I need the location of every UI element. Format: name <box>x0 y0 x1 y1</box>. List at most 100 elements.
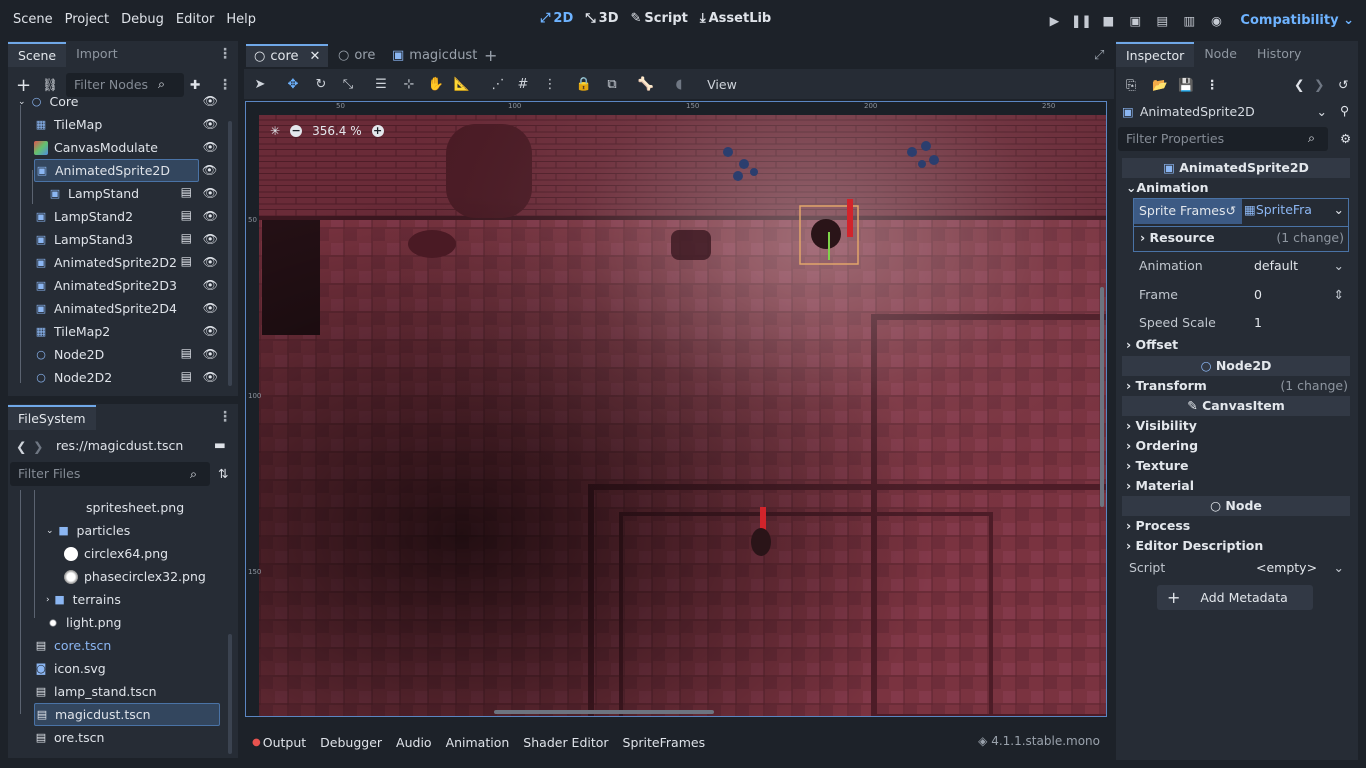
group-editor-description[interactable]: › Editor Description <box>1122 536 1350 556</box>
file-item-lamp-stand[interactable]: ▤ lamp_stand.tscn <box>34 680 214 703</box>
group-material[interactable]: › Material <box>1122 476 1350 496</box>
folder-item-terrains[interactable]: › ■ terrains <box>46 588 216 611</box>
ruler-mode-button[interactable]: 📐 <box>452 75 472 93</box>
file-item-spritesheet[interactable]: spritesheet.png <box>66 496 216 519</box>
visibility-eye-icon[interactable]: 👁 <box>202 163 238 177</box>
scene-tree-scrollbar[interactable] <box>228 121 232 386</box>
group-animation[interactable]: ⌄Animation <box>1122 178 1350 198</box>
open-scene-icon[interactable]: ▤ <box>181 185 192 199</box>
scene-node-core[interactable]: ⌄ ○ Core 👁 <box>18 90 218 113</box>
inspector-menu-icon[interactable]: ⋮ <box>1206 77 1219 92</box>
scene-tab-ore[interactable]: ○ ore <box>330 44 383 67</box>
workspace-3d-button[interactable]: ⤡ 3D <box>585 11 618 26</box>
open-scene-icon[interactable]: ▤ <box>181 254 192 268</box>
remote-debug-button[interactable]: ▣ <box>1126 10 1144 30</box>
file-item-magicdust[interactable]: ▤ magicdust.tscn <box>34 703 220 726</box>
folder-item-particles[interactable]: ⌄ ■ particles <box>46 519 216 542</box>
tab-spriteframes[interactable]: SpriteFrames <box>616 735 713 750</box>
scene-node-animatedsprite2d2[interactable]: ▣ AnimatedSprite2D2 ▤ 👁 <box>34 251 218 274</box>
tab-shader-editor[interactable]: Shader Editor <box>516 735 615 750</box>
play-custom-scene-button[interactable]: ▥ <box>1180 10 1198 30</box>
canvas-viewport[interactable]: 50 100 150 200 250 50 100 150 ✳ − 356.4 … <box>245 101 1107 717</box>
pan-mode-button[interactable]: ✋ <box>426 75 446 93</box>
center-view-icon[interactable]: ✳ <box>270 124 280 138</box>
open-scene-icon[interactable]: ▤ <box>181 208 192 222</box>
visibility-eye-icon[interactable]: 👁 <box>203 209 218 223</box>
visibility-eye-icon[interactable]: 👁 <box>203 140 218 154</box>
scene-node-lampstand3[interactable]: ▣ LampStand3 ▤ 👁 <box>34 228 218 251</box>
add-scene-tab-button[interactable]: + <box>476 44 505 67</box>
scene-node-tilemap2[interactable]: ▦ TileMap2 👁 <box>34 320 218 343</box>
select-mode-button[interactable]: ➤ <box>250 75 270 93</box>
chevron-down-icon[interactable]: ⌄ <box>1334 252 1344 280</box>
visibility-eye-icon[interactable]: 👁 <box>203 347 218 361</box>
new-resource-icon[interactable]: ⎘ <box>1126 77 1136 93</box>
menu-debug[interactable]: Debug <box>115 12 170 27</box>
file-item-circlex64[interactable]: circlex64.png <box>64 542 214 565</box>
open-folder-icon[interactable]: 📂 <box>1152 77 1168 93</box>
view-menu[interactable]: View <box>704 75 740 93</box>
smart-snap-button[interactable]: ⋰ <box>488 75 508 93</box>
tab-scene[interactable]: Scene <box>8 42 67 67</box>
tab-node[interactable]: Node <box>1194 42 1247 67</box>
workspace-2d-button[interactable]: ⤢ 2D <box>540 11 573 26</box>
tab-inspector[interactable]: Inspector <box>1116 42 1195 67</box>
scene-tab-core[interactable]: ○ core ✕ <box>246 44 329 67</box>
grid-snap-button[interactable]: # <box>513 75 533 93</box>
sprite-frames-resource-picker[interactable]: ▦SpriteFra ⌄ <box>1244 202 1344 222</box>
open-scene-icon[interactable]: ▤ <box>181 231 192 245</box>
skeleton-button[interactable]: 🦴 <box>636 75 656 93</box>
forward-icon[interactable]: ❯ <box>33 439 43 454</box>
rotate-mode-button[interactable]: ↻ <box>311 75 331 93</box>
tab-animation[interactable]: Animation <box>439 735 517 750</box>
filesystem-scrollbar[interactable] <box>228 634 232 754</box>
file-item-light[interactable]: light.png <box>46 611 216 634</box>
list-select-button[interactable]: ☰ <box>371 75 391 93</box>
scene-node-animatedsprite2d[interactable]: ▣ AnimatedSprite2D <box>34 159 199 182</box>
filter-properties-input[interactable]: Filter Properties <box>1118 127 1328 151</box>
workspace-script-button[interactable]: ✎ Script <box>631 11 688 26</box>
scene-node-node2d2[interactable]: ○ Node2D2 ▤ 👁 <box>34 366 218 389</box>
visibility-eye-icon[interactable]: 👁 <box>203 278 218 292</box>
file-item-core-tscn[interactable]: ▤ core.tscn <box>34 634 214 657</box>
pause-button[interactable]: ❚❚ <box>1071 10 1092 30</box>
tab-filesystem[interactable]: FileSystem <box>8 405 96 430</box>
distraction-free-button[interactable]: ⤢ <box>1086 44 1112 67</box>
play-button[interactable]: ▶ <box>1045 10 1063 30</box>
scene-node-animatedsprite2d4[interactable]: ▣ AnimatedSprite2D4 👁 <box>34 297 218 320</box>
group-texture[interactable]: › Texture <box>1122 456 1350 476</box>
snap-options-button[interactable]: ⋮ <box>540 75 560 93</box>
visibility-eye-icon[interactable]: 👁 <box>203 255 218 269</box>
path-field[interactable]: res://magicdust.tscn <box>48 434 204 458</box>
horizontal-scrollbar[interactable] <box>494 710 714 714</box>
history-forward-icon[interactable]: ❯ <box>1314 77 1324 92</box>
vertical-scrollbar[interactable] <box>1100 287 1104 507</box>
lock-button[interactable]: 🔒 <box>574 75 594 93</box>
scene-node-tilemap[interactable]: ▦ TileMap 👁 <box>34 113 218 136</box>
script-resource-picker[interactable]: <empty> <box>1256 554 1317 582</box>
object-selector[interactable]: ▣ AnimatedSprite2D ⌄ <box>1122 101 1327 121</box>
movie-maker-button[interactable]: ◉ <box>1207 10 1225 30</box>
scene-tree-menu-icon[interactable]: ⋮ <box>218 77 232 93</box>
frame-spinbox[interactable]: 0 <box>1254 281 1262 309</box>
chevron-down-icon[interactable]: ⌄ <box>1334 554 1344 582</box>
history-icon[interactable]: ↺ <box>1338 77 1348 92</box>
group-visibility[interactable]: › Visibility <box>1122 416 1350 436</box>
open-scene-icon[interactable]: ▤ <box>181 369 192 383</box>
menu-project[interactable]: Project <box>59 12 115 27</box>
visibility-eye-icon[interactable]: 👁 <box>203 232 218 246</box>
add-metadata-button[interactable]: + Add Metadata <box>1157 585 1313 610</box>
group-offset[interactable]: › Offset <box>1122 335 1350 355</box>
file-item-phasecirclex32[interactable]: phasecirclex32.png <box>64 565 224 588</box>
visibility-eye-icon[interactable]: 👁 <box>203 186 218 200</box>
scene-tab-magicdust[interactable]: ▣ magicdust <box>384 44 485 67</box>
workspace-assetlib-button[interactable]: ⤓ AssetLib <box>700 11 771 26</box>
scene-node-canvasmodulate[interactable]: CanvasModulate 👁 <box>34 136 218 159</box>
tab-output[interactable]: Output <box>261 735 313 750</box>
menu-editor[interactable]: Editor <box>170 12 220 27</box>
zoom-level[interactable]: 356.4 % <box>312 124 362 138</box>
camera-override-button[interactable]: ◖ <box>669 75 689 93</box>
play-scene-button[interactable]: ▤ <box>1153 10 1171 30</box>
tab-audio[interactable]: Audio <box>389 735 439 750</box>
tab-import[interactable]: Import <box>66 42 128 67</box>
